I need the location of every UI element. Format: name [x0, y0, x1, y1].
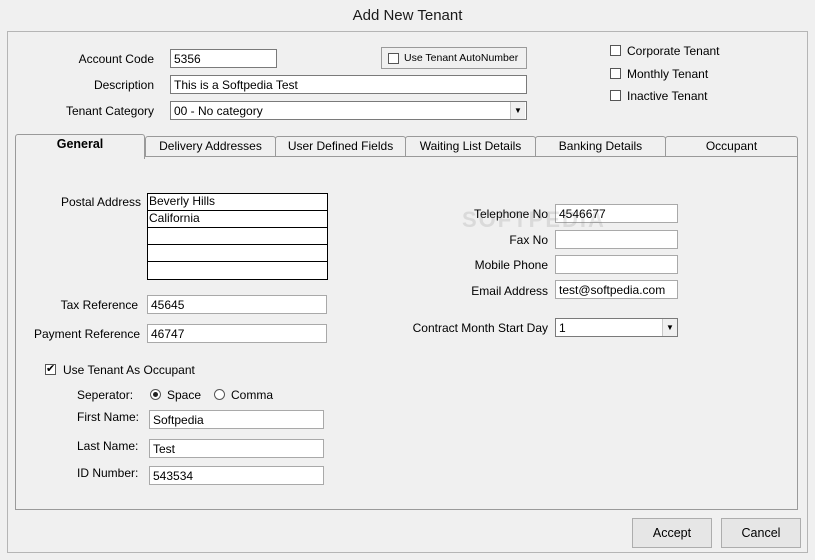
- account-code-input[interactable]: 5356: [170, 49, 277, 68]
- chevron-down-icon[interactable]: ▼: [510, 102, 525, 119]
- description-label: Description: [93, 78, 154, 92]
- fax-label: Fax No: [509, 233, 548, 247]
- postal-line-3[interactable]: [148, 228, 327, 245]
- use-as-occupant-label: Use Tenant As Occupant: [63, 363, 195, 377]
- corporate-tenant-checkbox[interactable]: [610, 45, 621, 56]
- description-input[interactable]: This is a Softpedia Test: [170, 75, 527, 94]
- postal-line-4[interactable]: [148, 245, 327, 262]
- tenant-category-select[interactable]: 00 - No category: [170, 101, 527, 120]
- tax-reference-label: Tax Reference: [60, 298, 138, 312]
- id-number-input[interactable]: 543534: [149, 466, 324, 485]
- tab-occupant[interactable]: Occupant: [665, 136, 798, 157]
- postal-line-2[interactable]: California: [148, 211, 327, 228]
- window-title: Add New Tenant: [352, 7, 463, 24]
- separator-space-label: Space: [167, 388, 202, 402]
- postal-line-5[interactable]: [148, 262, 327, 279]
- separator-label: Seperator:: [77, 388, 134, 402]
- use-as-occupant-checkbox[interactable]: ✔: [45, 364, 56, 375]
- accept-button[interactable]: Accept: [632, 518, 712, 548]
- tab-banking-details[interactable]: Banking Details: [535, 136, 666, 157]
- contract-month-select[interactable]: 1: [555, 318, 678, 337]
- tab-general[interactable]: General: [15, 134, 145, 159]
- separator-space-radio[interactable]: [150, 389, 161, 400]
- corporate-tenant-label: Corporate Tenant: [627, 44, 720, 58]
- tab-delivery-addresses[interactable]: Delivery Addresses: [145, 136, 276, 157]
- tab-waiting-list-details[interactable]: Waiting List Details: [405, 136, 536, 157]
- last-name-input[interactable]: Test: [149, 439, 324, 458]
- monthly-tenant-label: Monthly Tenant: [627, 67, 709, 81]
- payment-reference-label: Payment Reference: [33, 327, 140, 341]
- inactive-tenant-checkbox[interactable]: [610, 90, 621, 101]
- mobile-label: Mobile Phone: [474, 258, 548, 272]
- email-input[interactable]: test@softpedia.com: [555, 280, 678, 299]
- email-label: Email Address: [471, 284, 548, 298]
- postal-address-label: Postal Address: [60, 195, 141, 209]
- first-name-input[interactable]: Softpedia: [149, 410, 324, 429]
- account-code-label: Account Code: [78, 52, 154, 66]
- mobile-input[interactable]: [555, 255, 678, 274]
- contract-month-value: 1: [559, 321, 566, 335]
- monthly-tenant-checkbox[interactable]: [610, 68, 621, 79]
- tax-reference-input[interactable]: 45645: [147, 295, 327, 314]
- inactive-tenant-label: Inactive Tenant: [627, 89, 708, 103]
- first-name-label: First Name:: [77, 410, 140, 424]
- separator-comma-radio[interactable]: [214, 389, 225, 400]
- softpedia-watermark: SOFTPEDIA: [462, 207, 606, 232]
- cancel-button[interactable]: Cancel: [721, 518, 801, 548]
- autonumber-checkbox[interactable]: [388, 53, 399, 64]
- tenant-category-label: Tenant Category: [65, 104, 154, 118]
- tab-user-defined-fields[interactable]: User Defined Fields: [275, 136, 406, 157]
- postal-line-1[interactable]: Beverly Hills: [148, 194, 327, 211]
- chevron-down-icon[interactable]: ▼: [662, 319, 677, 336]
- autonumber-label: Use Tenant AutoNumber: [404, 52, 519, 64]
- payment-reference-input[interactable]: 46747: [147, 324, 327, 343]
- last-name-label: Last Name:: [77, 439, 139, 453]
- separator-comma-label: Comma: [231, 388, 274, 402]
- contract-month-label: Contract Month Start Day: [412, 321, 548, 335]
- id-number-label: ID Number:: [77, 466, 139, 480]
- tenant-category-value: 00 - No category: [174, 104, 263, 118]
